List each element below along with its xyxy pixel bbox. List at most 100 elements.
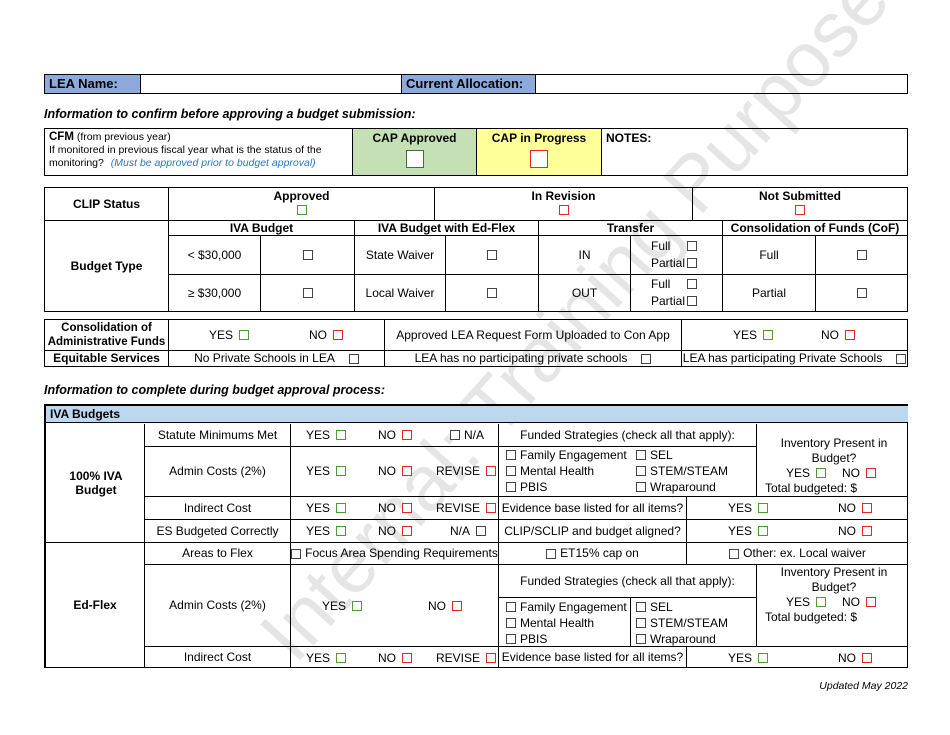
edflex-indirect-no-checkbox[interactable] (402, 653, 412, 663)
edflex-evidence-no-checkbox[interactable] (862, 653, 872, 663)
indirect-yes: YES (306, 501, 347, 515)
cap-in-progress-checkbox[interactable] (530, 150, 548, 168)
no-participating-checkbox[interactable] (641, 353, 652, 364)
ef-pbis-checkbox[interactable] (506, 634, 516, 644)
indirect-no-checkbox[interactable] (402, 503, 412, 513)
edflex-inventory-no-checkbox[interactable] (866, 597, 877, 607)
es-yes-checkbox[interactable] (336, 526, 347, 536)
iva100-evidence-yes-checkbox[interactable] (758, 503, 769, 513)
transfer-in-full-checkbox[interactable] (687, 241, 697, 251)
iva100-evidence-no-checkbox[interactable] (862, 503, 872, 513)
family-engagement-checkbox[interactable] (506, 450, 516, 460)
lea-name-field[interactable] (141, 75, 401, 93)
iva-under-30k-checkbox[interactable] (302, 250, 313, 260)
form-uploaded-no-checkbox[interactable] (845, 330, 855, 340)
al-no-label: NO (838, 524, 856, 538)
cfm-description: CFM (from previous year) If monitored in… (49, 131, 349, 170)
clip-not-submitted-checkbox[interactable] (795, 205, 805, 215)
clip-in-revision: In Revision (435, 189, 692, 217)
edflex-indirect-no: NO (378, 651, 412, 665)
statute-yes-checkbox[interactable] (336, 430, 347, 440)
section1-heading: Information to confirm before approving … (44, 107, 416, 121)
cof-partial-checkbox[interactable] (856, 288, 867, 298)
et15-checkbox[interactable] (546, 548, 557, 559)
iva-budgets-title: IVA Budgets (46, 406, 908, 423)
transfer-in-partial-checkbox[interactable] (687, 258, 697, 268)
iva-under-30k: < $30,000 (187, 247, 242, 262)
admin-no-checkbox[interactable] (402, 466, 412, 476)
clip-approved-checkbox[interactable] (296, 205, 307, 215)
ef-stem-checkbox[interactable] (636, 618, 646, 628)
wraparound-checkbox[interactable] (636, 482, 646, 492)
iva100-total-budgeted[interactable]: Total budgeted: $ (760, 481, 908, 496)
iva100-inventory-yes-checkbox[interactable] (816, 468, 827, 478)
pbis-checkbox[interactable] (506, 482, 516, 492)
iva100-inventory-label: Inventory Present in Budget? (780, 436, 888, 465)
admin-yes-checkbox[interactable] (336, 466, 347, 476)
indirect-cost-label: Indirect Cost (183, 500, 252, 515)
es-no: NO (378, 524, 412, 538)
transfer-out-partial-checkbox[interactable] (687, 296, 697, 306)
statute-yes: YES (306, 428, 347, 442)
iva100-aligned-no-checkbox[interactable] (862, 526, 872, 536)
area-focus: Focus Area Spending Requirements (291, 543, 498, 564)
form-uploaded-yes-checkbox[interactable] (763, 330, 774, 340)
consolidation-no-label: NO (309, 328, 327, 342)
focus-area-checkbox[interactable] (291, 548, 302, 559)
mental-health-checkbox[interactable] (506, 466, 516, 476)
cfm-note: (Must be approved prior to budget approv… (110, 157, 316, 169)
statute-no: NO (378, 428, 412, 442)
iva-over-30k-checkbox[interactable] (302, 288, 313, 298)
clip-in-revision-checkbox[interactable] (558, 205, 569, 215)
ef-sel-checkbox[interactable] (636, 602, 646, 612)
cap-approved-checkbox[interactable] (405, 150, 424, 168)
edflex-inventory-yes-checkbox[interactable] (816, 597, 827, 607)
edflex-indirect-yes-checkbox[interactable] (336, 653, 347, 663)
transfer-out-full-checkbox[interactable] (687, 279, 697, 289)
statute-na-checkbox[interactable] (450, 430, 460, 440)
iva100-aligned-yes-checkbox[interactable] (758, 526, 769, 536)
participating-checkbox[interactable] (896, 353, 907, 364)
ev-yes-label: YES (728, 501, 753, 515)
edflex-indirect-label: Indirect Cost (183, 650, 252, 665)
indirect-revise-checkbox[interactable] (486, 503, 497, 513)
indirect-yes-checkbox[interactable] (336, 503, 347, 513)
indirect-no-label: NO (378, 501, 396, 515)
indirect-no: NO (378, 501, 412, 515)
local-waiver-checkbox[interactable] (487, 288, 497, 298)
current-allocation-field[interactable] (536, 75, 908, 93)
edflex-evidence-yes: YES (728, 651, 769, 665)
strategy-mental-health: Mental Health (506, 463, 627, 479)
ef-mental-checkbox[interactable] (506, 618, 516, 628)
statute-no-checkbox[interactable] (402, 430, 412, 440)
iva100-strategies-col1: Family Engagement Mental Health PBIS (506, 447, 627, 495)
transfer-in-partial-label: Partial (651, 256, 686, 270)
consolidation-yes-checkbox[interactable] (239, 330, 250, 340)
transfer-in-full-label: Full (651, 239, 671, 253)
clip-status-label: CLIP Status (72, 196, 141, 211)
edflex-admin-yes-checkbox[interactable] (352, 601, 363, 611)
ef-wrap-checkbox[interactable] (636, 634, 646, 644)
es-na-checkbox[interactable] (476, 526, 487, 536)
ef-strategy-mental: Mental Health (506, 615, 627, 631)
admin-revise-checkbox[interactable] (486, 466, 497, 476)
no-private-schools-checkbox[interactable] (348, 353, 359, 364)
ef-family-checkbox[interactable] (506, 602, 516, 612)
other-checkbox[interactable] (729, 548, 740, 559)
iva100-evidence-label: Evidence base listed for all items? (501, 500, 684, 515)
cof-full-checkbox[interactable] (856, 250, 867, 260)
iva100-funded-label: Funded Strategies (check all that apply)… (520, 427, 735, 442)
edflex-admin-no-checkbox[interactable] (452, 601, 462, 611)
sel-checkbox[interactable] (636, 450, 646, 460)
stem-checkbox[interactable] (636, 466, 646, 476)
consolidation-no-checkbox[interactable] (333, 330, 343, 340)
edflex-indirect-revise-checkbox[interactable] (486, 653, 497, 663)
edflex-evidence-yes-checkbox[interactable] (758, 653, 769, 663)
notes-label: NOTES: (606, 131, 652, 145)
notes-cell[interactable]: NOTES: (601, 129, 908, 175)
edflex-label: Ed-Flex (73, 598, 117, 613)
iva100-inventory-no-checkbox[interactable] (866, 468, 877, 478)
es-no-checkbox[interactable] (402, 526, 412, 536)
edflex-total-budgeted[interactable]: Total budgeted: $ (760, 610, 908, 625)
state-waiver-checkbox[interactable] (487, 250, 497, 260)
